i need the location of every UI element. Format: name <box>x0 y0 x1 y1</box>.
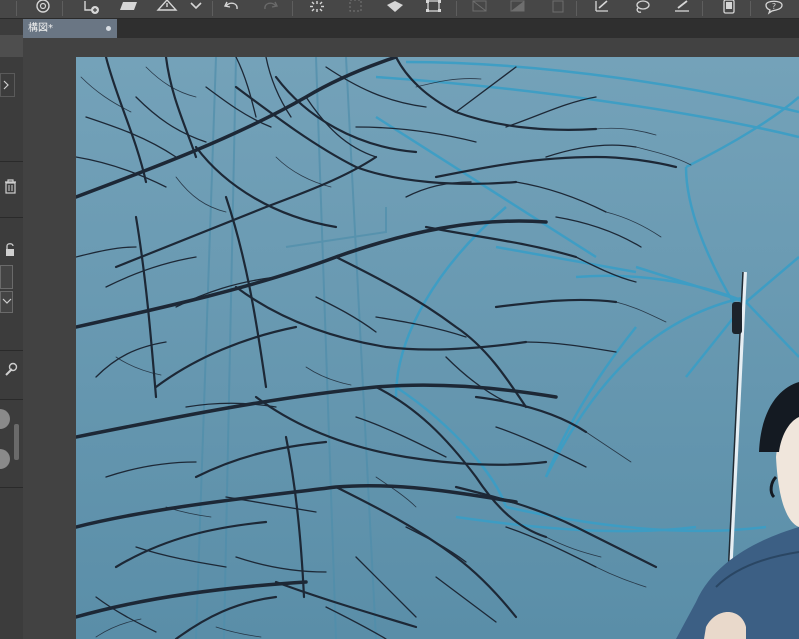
fill-bucket-icon[interactable] <box>384 0 406 16</box>
toolbar-separator <box>750 1 751 16</box>
toolbar-separator <box>16 1 17 16</box>
blend-mode-field[interactable] <box>0 265 13 289</box>
undo-icon[interactable] <box>222 0 242 16</box>
transform-icon[interactable] <box>424 0 444 16</box>
brush-size-preview[interactable] <box>0 409 10 429</box>
loading-spinner-icon[interactable] <box>306 0 328 16</box>
brush-size-preview[interactable] <box>0 449 10 469</box>
canvas-workspace[interactable] <box>23 38 799 639</box>
clear-icon[interactable] <box>470 0 490 16</box>
illustration <box>76 57 799 639</box>
warning-icon[interactable] <box>156 0 178 16</box>
document-tab-bar: 構図* <box>23 19 799 38</box>
pen-check-icon[interactable] <box>592 0 612 16</box>
wrench-icon[interactable] <box>1 360 19 380</box>
trash-icon[interactable] <box>1 177 19 197</box>
panel-divider <box>0 399 23 400</box>
left-panel <box>0 19 24 639</box>
device-icon[interactable] <box>720 0 738 16</box>
help-icon[interactable]: ? <box>764 0 786 16</box>
layer-stack-icon[interactable] <box>33 0 53 16</box>
toolbar-separator <box>62 1 63 16</box>
tool-property-button[interactable] <box>0 73 15 97</box>
ruler-icon[interactable] <box>548 0 568 16</box>
grid-select-icon[interactable] <box>346 0 366 16</box>
panel-divider <box>0 217 23 218</box>
panel-divider <box>0 350 23 351</box>
panel-divider <box>0 487 23 488</box>
lock-icon[interactable] <box>1 241 19 259</box>
panel-header <box>0 35 23 57</box>
artwork-canvas[interactable] <box>76 57 799 639</box>
toolbar-separator <box>576 1 577 16</box>
pen-line-icon[interactable] <box>672 0 692 16</box>
new-layer-icon[interactable] <box>82 0 102 16</box>
toolbar-separator <box>212 1 213 16</box>
close-tab-icon[interactable] <box>106 26 111 31</box>
toolbar-separator <box>292 1 293 16</box>
chevron-down-icon[interactable] <box>188 0 204 16</box>
fill-icon[interactable] <box>508 0 528 16</box>
main-toolbar: ? <box>0 0 799 19</box>
toolbar-separator <box>702 1 703 16</box>
document-tab-title: 構図* <box>28 23 53 34</box>
lasso-icon[interactable] <box>632 0 652 16</box>
panel-divider <box>0 161 23 162</box>
svg-text:?: ? <box>772 2 776 11</box>
panel-scrollbar[interactable] <box>14 424 19 460</box>
redo-icon[interactable] <box>260 0 280 16</box>
toolbar-separator <box>456 1 457 16</box>
folder-open-icon[interactable] <box>118 0 140 16</box>
document-tab[interactable]: 構図* <box>23 19 117 38</box>
opacity-dropdown[interactable] <box>0 291 13 313</box>
